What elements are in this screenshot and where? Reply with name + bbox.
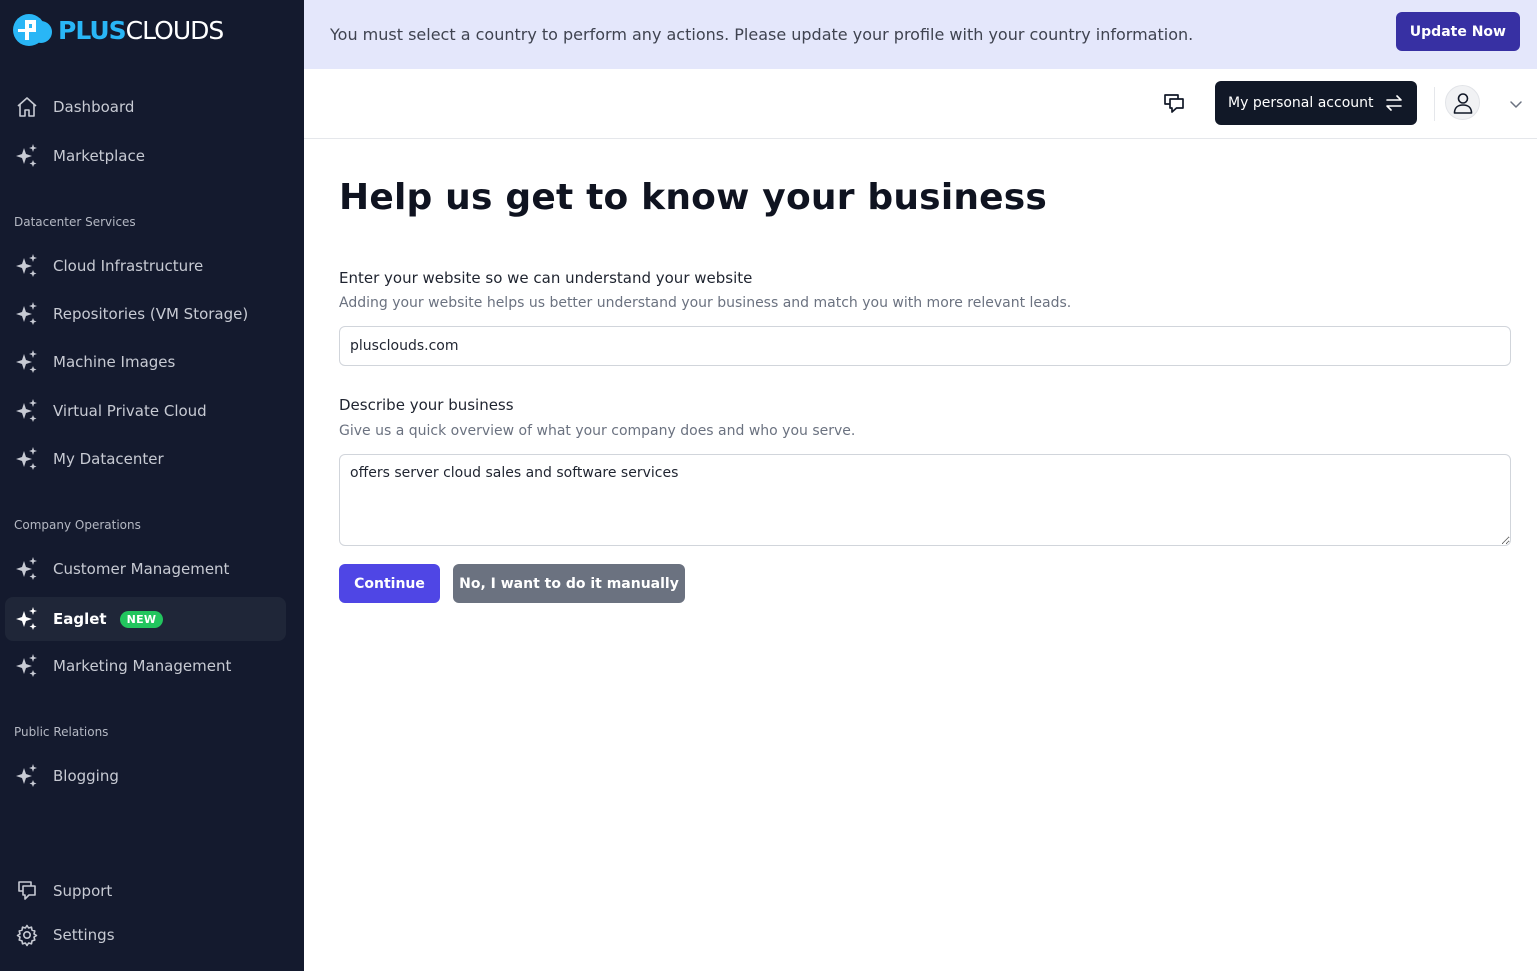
section-label-datacenter-services: Datacenter Services — [14, 215, 136, 229]
personal-account-button[interactable]: My personal account — [1215, 81, 1417, 125]
business-description-textarea[interactable]: offers server cloud sales and software s… — [339, 454, 1511, 546]
sidebar-item-marketplace[interactable]: Marketplace — [5, 134, 286, 178]
sparkles-icon — [14, 253, 40, 279]
logo-wordmark: PLUSCLOUDS — [58, 15, 225, 45]
business-field-label: Describe your business — [339, 396, 514, 414]
chevron-down-icon[interactable] — [1509, 96, 1523, 110]
sidebar-item-label: Marketing Management — [53, 657, 232, 675]
sidebar-item-label: Eaglet — [53, 610, 107, 628]
sidebar-item-label: Cloud Infrastructure — [53, 257, 204, 275]
sidebar-item-customer-management[interactable]: Customer Management — [5, 547, 286, 591]
plusclouds-logo-icon — [12, 13, 56, 47]
sidebar-item-repositories[interactable]: Repositories (VM Storage) — [5, 292, 286, 336]
sparkles-icon — [14, 556, 40, 582]
sidebar-item-dashboard[interactable]: Dashboard — [5, 85, 286, 129]
sidebar-item-eaglet[interactable]: Eaglet NEW — [5, 597, 286, 641]
logo[interactable]: PLUSCLOUDS — [12, 12, 225, 48]
sidebar-item-label: Machine Images — [53, 353, 176, 371]
sidebar-item-virtual-private-cloud[interactable]: Virtual Private Cloud — [5, 389, 286, 433]
logo-plus: PLUS — [58, 15, 127, 45]
home-icon — [14, 94, 40, 120]
sidebar-item-settings[interactable]: Settings — [5, 913, 286, 957]
gear-icon — [14, 922, 40, 948]
sidebar-item-label: Settings — [53, 926, 115, 944]
sidebar-item-label: Virtual Private Cloud — [53, 402, 207, 420]
banner-message: You must select a country to perform any… — [330, 25, 1194, 44]
sidebar-item-support[interactable]: Support — [5, 869, 286, 913]
sidebar-item-label: Dashboard — [53, 98, 135, 116]
sidebar-item-my-datacenter[interactable]: My Datacenter — [5, 437, 286, 481]
country-warning-banner: You must select a country to perform any… — [304, 0, 1537, 69]
sidebar-item-label: My Datacenter — [53, 450, 164, 468]
sparkles-icon — [14, 143, 40, 169]
do-it-manually-button[interactable]: No, I want to do it manually — [453, 564, 685, 603]
sparkles-icon — [14, 606, 40, 632]
sidebar-item-label: Marketplace — [53, 147, 145, 165]
section-label-public-relations: Public Relations — [14, 725, 109, 739]
sidebar-item-marketing-management[interactable]: Marketing Management — [5, 644, 286, 688]
topbar-divider — [1434, 87, 1435, 121]
sidebar-item-label: Blogging — [53, 767, 119, 785]
sidebar-item-label: Customer Management — [53, 560, 230, 578]
user-avatar-icon[interactable] — [1445, 85, 1480, 120]
chat-icon[interactable] — [1159, 89, 1189, 119]
sidebar-item-label: Repositories (VM Storage) — [53, 305, 249, 323]
sparkles-icon — [14, 653, 40, 679]
sidebar-item-blogging[interactable]: Blogging — [5, 754, 286, 798]
sidebar: PLUSCLOUDS Dashboard Marketplace Datacen… — [0, 0, 304, 971]
sparkles-icon — [14, 446, 40, 472]
update-now-button[interactable]: Update Now — [1395, 12, 1520, 51]
website-input[interactable] — [339, 326, 1511, 366]
business-field-help: Give us a quick overview of what your co… — [339, 423, 856, 439]
topbar: My personal account — [304, 69, 1537, 139]
personal-account-label: My personal account — [1228, 95, 1374, 111]
swap-arrows-icon — [1384, 94, 1404, 112]
logo-clouds: CLOUDS — [125, 15, 225, 45]
sparkles-icon — [14, 301, 40, 327]
section-label-company-operations: Company Operations — [14, 518, 141, 532]
website-field-label: Enter your website so we can understand … — [339, 269, 753, 287]
sidebar-item-machine-images[interactable]: Machine Images — [5, 340, 286, 384]
sidebar-item-cloud-infrastructure[interactable]: Cloud Infrastructure — [5, 244, 286, 288]
new-badge: NEW — [119, 610, 164, 628]
continue-button[interactable]: Continue — [339, 564, 440, 603]
sparkles-icon — [14, 349, 40, 375]
page-title: Help us get to know your business — [339, 177, 1048, 218]
sidebar-item-label: Support — [53, 882, 113, 900]
sparkles-icon — [14, 398, 40, 424]
website-field-help: Adding your website helps us better unde… — [339, 295, 1072, 311]
chat-icon — [14, 878, 40, 904]
sparkles-icon — [14, 763, 40, 789]
